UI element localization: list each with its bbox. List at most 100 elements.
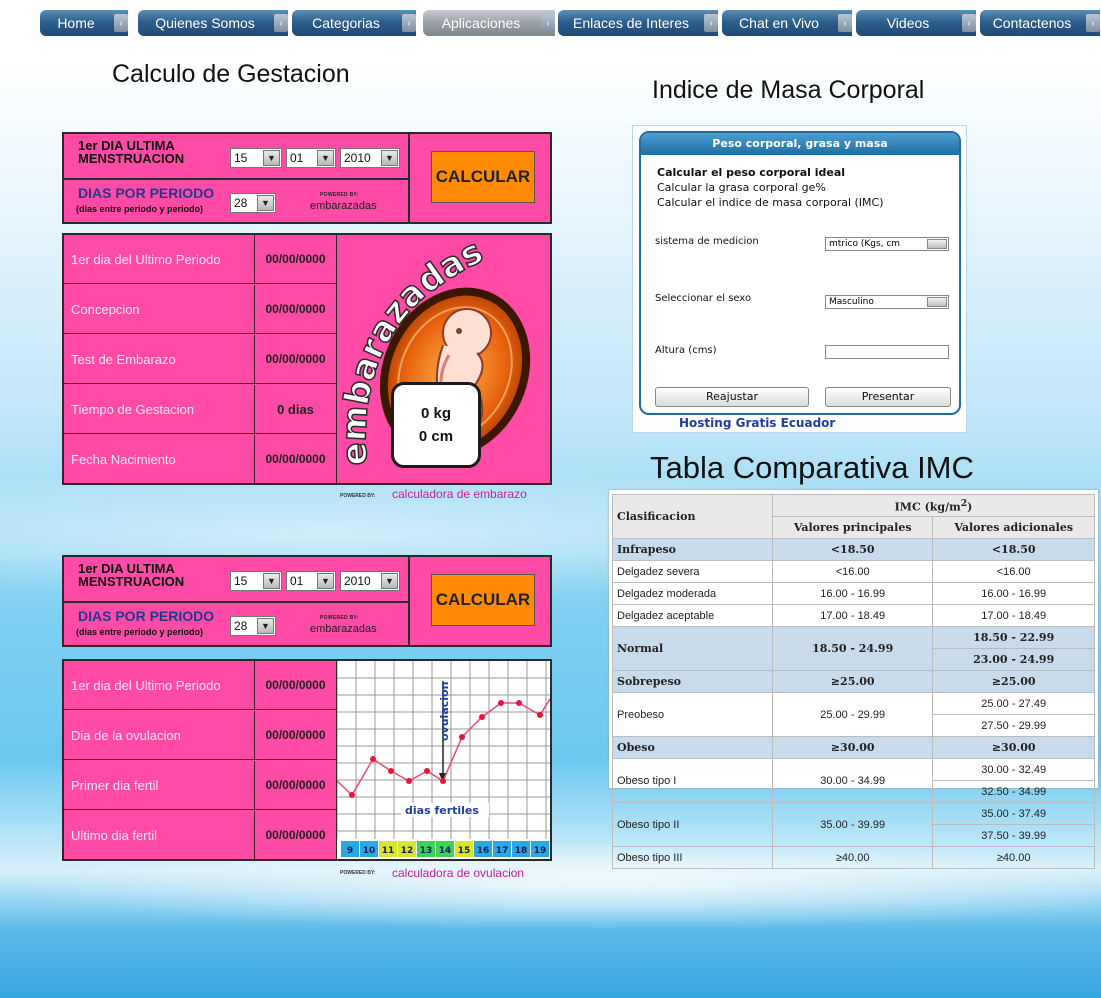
chevron-right-icon: ›: [402, 14, 416, 32]
ovulation-form: 1er DIA ULTIMA MENSTRUACION 15 ▼ 01 ▼ 2010…: [62, 555, 552, 647]
extra-value-cell: <16.00: [932, 560, 1095, 583]
extra-value-cell: ≥30.00: [932, 736, 1095, 759]
extra-value-cell: ≥25.00: [932, 670, 1095, 693]
calculate-button[interactable]: CALCULAR: [431, 574, 535, 626]
nav-item-chat[interactable]: Chat en Vivo ›: [722, 10, 852, 36]
cycle-value: 28: [234, 619, 248, 633]
row-label: Dia de la ovulacion: [64, 711, 254, 760]
cycle-value: 28: [234, 196, 248, 210]
chevron-right-icon: ›: [274, 14, 288, 32]
month-value: 01: [290, 574, 304, 588]
chevron-down-icon: ▼: [317, 573, 334, 589]
height-input[interactable]: [825, 345, 949, 359]
ovulation-chart: ovulacion dias fertiles 9 10 11 12 13 14 15 16 1…: [337, 661, 550, 859]
nav-item-quienes-somos[interactable]: Quienes Somos ›: [138, 10, 288, 36]
main-value-cell: <16.00: [771, 560, 934, 583]
classification-cell: Delgadez aceptable: [612, 604, 773, 627]
classification-cell: Preobeso: [612, 692, 773, 737]
table-row: Preobeso 25.00 - 29.99 25.00 - 27.49: [612, 692, 1095, 737]
classification-cell: Obeso tipo I: [612, 758, 773, 803]
pregnancy-calculator-link[interactable]: calculadora de embarazo: [392, 487, 527, 501]
powered-by-label: POWERED BY:: [320, 615, 359, 621]
imc-widget-header: Peso corporal, grasa y masa: [641, 133, 959, 155]
day-value: 15: [234, 574, 248, 588]
day-value: 15: [234, 151, 248, 165]
year-select[interactable]: 2010 ▼: [340, 148, 400, 168]
imc-table-title: Tabla Comparativa IMC: [650, 450, 974, 485]
divider: [408, 134, 410, 222]
cycle-select[interactable]: 28 ▼: [230, 193, 276, 213]
day-number: 13: [420, 846, 433, 856]
month-select[interactable]: 01 ▼: [286, 148, 336, 168]
table-row: Sobrepeso ≥25.00 ≥25.00: [612, 670, 1095, 693]
day-select[interactable]: 15 ▼: [230, 571, 282, 591]
nav-item-label: Contactenos: [992, 15, 1072, 31]
table-row: Obeso ≥30.00 ≥30.00: [612, 736, 1095, 759]
bmi-link[interactable]: Calcular el indice de masa corporal (IMC…: [657, 196, 884, 209]
ovulation-results: 1er dia del Ultimo Periodo 00/00/0000 Di…: [62, 659, 552, 861]
chevron-down-icon: ▼: [381, 573, 398, 589]
classification-cell: Delgadez severa: [612, 560, 773, 583]
extra-value-cell: 25.00 - 27.49: [932, 692, 1095, 715]
fertile-days-label: dias fertiles: [405, 804, 479, 817]
main-value-cell: <18.50: [771, 538, 934, 561]
sex-select[interactable]: Masculino: [825, 295, 949, 309]
extra-value-cell: 27.50 - 29.99: [932, 714, 1095, 737]
day-number: 16: [477, 846, 490, 856]
day-number: 12: [401, 846, 414, 856]
nav-item-label: Categorias: [312, 15, 380, 31]
nav-item-home[interactable]: Home ›: [40, 10, 128, 36]
day-select[interactable]: 15 ▼: [230, 148, 282, 168]
body-fat-link[interactable]: Calcular la grasa corporal ge%: [657, 181, 826, 194]
main-value-cell: 16.00 - 16.99: [771, 582, 934, 605]
hosting-link[interactable]: Hosting Gratis Ecuador: [679, 416, 835, 430]
result-box: 0 kg 0 cm: [391, 382, 481, 468]
reset-button[interactable]: Reajustar: [655, 387, 809, 407]
main-value-cell: 17.00 - 18.49: [771, 604, 934, 627]
table-row: Delgadez aceptable 17.00 - 18.49 17.00 - 1…: [612, 604, 1095, 627]
day-number: 18: [515, 846, 528, 856]
nav-item-categorias[interactable]: Categorias ›: [292, 10, 416, 36]
year-select[interactable]: 2010 ▼: [340, 571, 400, 591]
nav-item-label: Chat en Vivo: [739, 15, 819, 31]
row-label: 1er dia del Ultimo Periodo: [64, 661, 254, 710]
ideal-weight-link[interactable]: Calcular el peso corporal ideal: [657, 166, 845, 179]
calculate-button[interactable]: CALCULAR: [431, 151, 535, 203]
nav-item-enlaces[interactable]: Enlaces de Interes ›: [558, 10, 718, 36]
table-row: Obeso tipo I 30.00 - 34.99 30.00 - 32.49: [612, 758, 1095, 803]
nav-item-aplicaciones[interactable]: Aplicaciones ›: [423, 10, 555, 36]
powered-by-label: POWERED BY:: [340, 870, 376, 876]
classification-cell: Obeso tipo III: [612, 846, 773, 869]
nav-item-label: Aplicaciones: [441, 15, 521, 31]
last-period-label: MENSTRUACION: [78, 151, 185, 166]
extra-value-cell: 17.00 - 18.49: [932, 604, 1095, 627]
sex-value: Masculino: [829, 297, 874, 307]
powered-by-label: POWERED BY:: [320, 192, 359, 198]
extra-value-cell: 37.50 - 39.99: [932, 824, 1095, 847]
cycle-select[interactable]: 28 ▼: [230, 616, 276, 636]
ovulation-calculator-link[interactable]: calculadora de ovulacion: [392, 866, 524, 880]
day-number: 19: [534, 846, 547, 856]
year-value: 2010: [344, 151, 371, 165]
extra-value-cell: <18.50: [932, 538, 1095, 561]
nav-item-contactenos[interactable]: Contactenos ›: [980, 10, 1100, 36]
system-select[interactable]: mtrico (Kgs, cm: [825, 237, 949, 251]
row-label: Test de Embarazo: [64, 335, 254, 384]
submit-button[interactable]: Presentar: [825, 387, 951, 407]
main-value-cell: ≥40.00: [771, 846, 934, 869]
month-select[interactable]: 01 ▼: [286, 571, 336, 591]
cycle-sublabel: (dias entre periodo y periodo): [76, 627, 204, 637]
row-value: 00/00/0000: [254, 285, 336, 334]
classification-cell: Normal: [612, 626, 773, 671]
extra-value-cell: 30.00 - 32.49: [932, 758, 1095, 781]
nav-item-videos[interactable]: Videos ›: [856, 10, 976, 36]
gestation-title: Calculo de Gestacion: [112, 60, 350, 88]
row-label: Fecha Nacimiento: [71, 452, 176, 467]
classification-cell: Delgadez moderada: [612, 582, 773, 605]
col-header-imc-close: ): [967, 500, 973, 514]
main-value-cell: ≥25.00: [771, 670, 934, 693]
row-label: Concepcion: [64, 285, 254, 334]
divider: [408, 557, 410, 645]
day-number: 9: [347, 846, 353, 856]
chevron-right-icon: ›: [114, 14, 128, 32]
